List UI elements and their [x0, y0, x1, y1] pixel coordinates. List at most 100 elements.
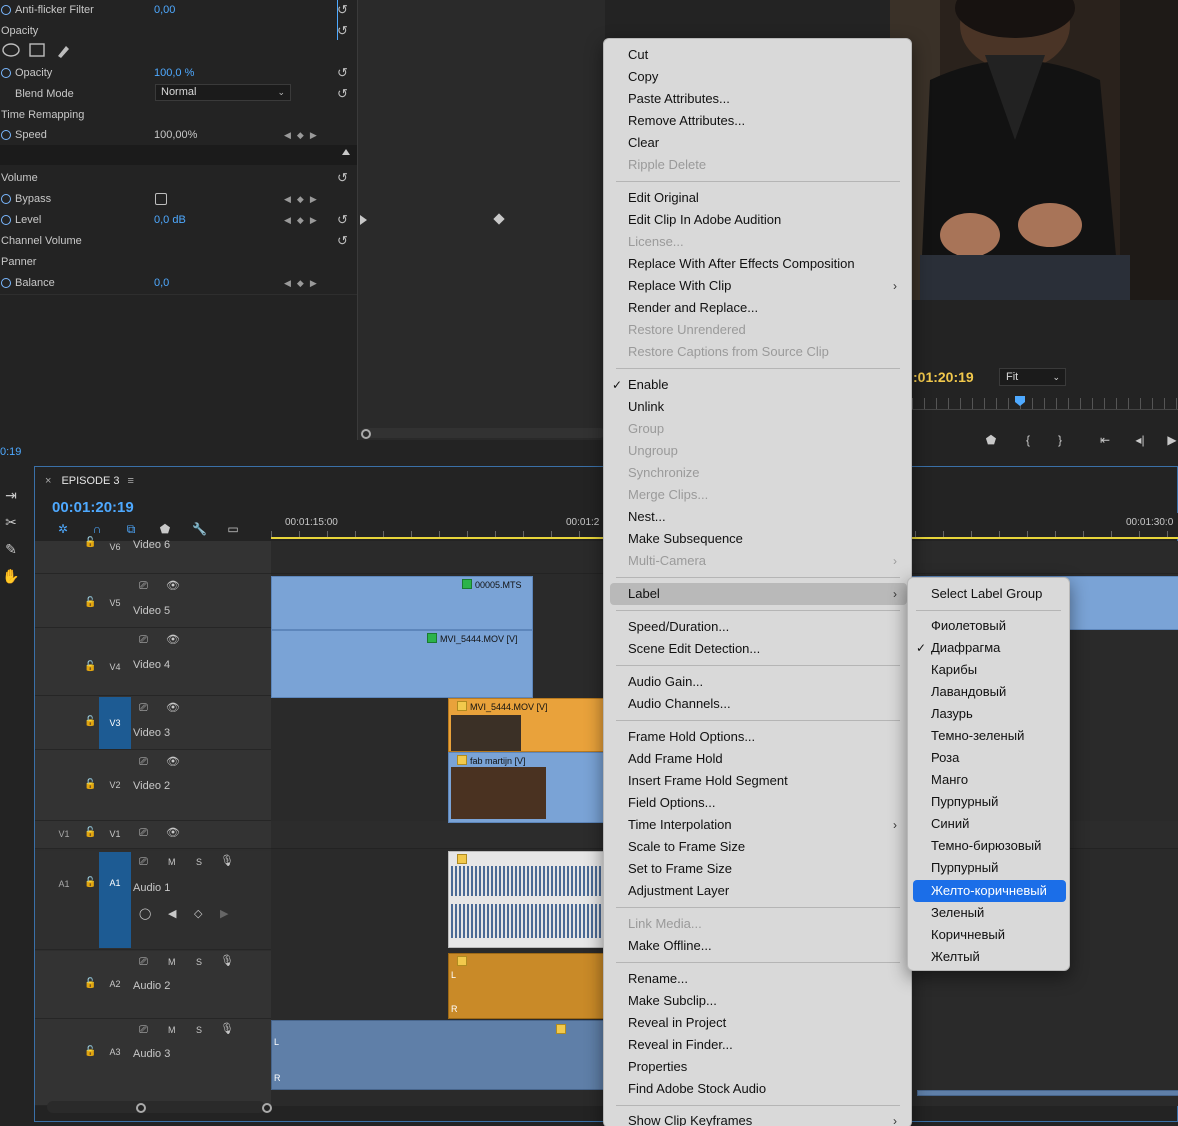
- label-item[interactable]: Темно-бирюзовый: [931, 835, 1041, 857]
- sequence-timecode[interactable]: 00:01:20:19: [52, 499, 134, 516]
- clip[interactable]: MVI_5444.MOV [V]: [448, 698, 608, 752]
- mark-out-icon[interactable]: }: [1052, 432, 1068, 448]
- stopwatch-icon[interactable]: [1, 5, 11, 15]
- audio-clip[interactable]: [917, 1090, 1178, 1096]
- label-item[interactable]: Роза: [931, 747, 959, 769]
- toggle-sync-icon[interactable]: ⎚: [139, 580, 148, 593]
- label-item[interactable]: Лазурь: [931, 703, 973, 725]
- collapse-caret-icon[interactable]: [342, 149, 350, 155]
- label-item-selected[interactable]: Желто-коричневый: [931, 880, 1047, 902]
- track-id[interactable]: A1: [99, 852, 131, 948]
- audio-clip[interactable]: L R: [271, 1020, 608, 1090]
- reset-icon[interactable]: ↺: [337, 24, 351, 38]
- toggle-sync-icon[interactable]: ⎚: [139, 956, 148, 969]
- track-select-icon[interactable]: ⇥: [2, 486, 20, 504]
- menu-item-make-subclip[interactable]: Make Subclip...: [628, 990, 717, 1012]
- menu-item-render-replace[interactable]: Render and Replace...: [628, 297, 758, 319]
- menu-item-cut[interactable]: Cut: [628, 44, 648, 66]
- menu-item-make-offline[interactable]: Make Offline...: [628, 935, 712, 957]
- solo-button[interactable]: S: [196, 857, 202, 867]
- track-id[interactable]: V3: [99, 697, 131, 749]
- track-id[interactable]: A3: [99, 1047, 131, 1057]
- hand-tool-icon[interactable]: ✋: [2, 567, 20, 585]
- toggle-sync-icon[interactable]: ⎚: [139, 756, 148, 769]
- clip[interactable]: MVI_5444.MOV [V]: [271, 630, 533, 698]
- reset-icon[interactable]: ↺: [337, 3, 351, 17]
- track-id[interactable]: V1: [99, 829, 131, 839]
- label-item[interactable]: Коричневый: [931, 924, 1005, 946]
- add-marker-icon[interactable]: ⬟: [158, 522, 172, 536]
- play-icon[interactable]: ▶: [1164, 432, 1178, 448]
- menu-item-copy[interactable]: Copy: [628, 66, 658, 88]
- reset-icon[interactable]: ↺: [337, 234, 351, 248]
- menu-item-edit-in-audition[interactable]: Edit Clip In Adobe Audition: [628, 209, 781, 231]
- menu-item-show-clip-keyframes[interactable]: Show Clip Keyframes: [628, 1110, 752, 1126]
- ellipse-mask-icon[interactable]: [2, 43, 20, 57]
- go-to-in-icon[interactable]: ⇤: [1097, 432, 1113, 448]
- reset-icon[interactable]: ↺: [337, 87, 351, 101]
- add-marker-icon[interactable]: ⬟: [983, 432, 999, 448]
- stopwatch-icon[interactable]: [1, 278, 11, 288]
- mute-button[interactable]: M: [168, 957, 176, 967]
- razor-icon[interactable]: ✂: [2, 513, 20, 531]
- menu-item-label[interactable]: Label: [628, 583, 660, 605]
- pen-mask-icon[interactable]: [55, 43, 71, 59]
- audio-clip[interactable]: L R: [448, 953, 608, 1019]
- label-select-group[interactable]: Select Label Group: [931, 583, 1042, 605]
- menu-item-clear[interactable]: Clear: [628, 132, 659, 154]
- add-keyframe-icon[interactable]: ◇: [194, 907, 202, 920]
- nest-icon[interactable]: ✲: [56, 522, 70, 536]
- toggle-sync-icon[interactable]: ⎚: [139, 634, 148, 647]
- label-item[interactable]: Зеленый: [931, 902, 984, 924]
- bypass-checkbox[interactable]: [155, 193, 167, 205]
- keyframe-toggle-icon[interactable]: ◯: [139, 907, 151, 920]
- eye-icon[interactable]: 👁: [166, 826, 180, 839]
- clip[interactable]: 00005.MTS: [271, 576, 533, 630]
- label-item[interactable]: Желтый: [931, 946, 980, 968]
- source-patch[interactable]: A1: [55, 879, 73, 889]
- menu-item-reveal-in-project[interactable]: Reveal in Project: [628, 1012, 726, 1034]
- menu-item-make-subsequence[interactable]: Make Subsequence: [628, 528, 743, 550]
- microphone-icon[interactable]: 🎙: [220, 854, 234, 867]
- track-id[interactable]: V4: [99, 662, 131, 672]
- speed-value[interactable]: 100,00%: [154, 125, 197, 146]
- ec-scroll-handle[interactable]: [361, 429, 371, 439]
- track-id[interactable]: A2: [99, 979, 131, 989]
- menu-item-frame-hold-options[interactable]: Frame Hold Options...: [628, 726, 755, 748]
- lock-icon[interactable]: 🔓: [84, 1046, 96, 1057]
- sequence-tab[interactable]: × EPISODE 3 ≡: [45, 475, 134, 487]
- menu-item-time-interpolation[interactable]: Time Interpolation: [628, 814, 732, 836]
- microphone-icon[interactable]: 🎙: [220, 954, 234, 967]
- label-item[interactable]: Карибы: [931, 659, 977, 681]
- eye-icon[interactable]: 👁: [166, 579, 180, 592]
- opacity-value[interactable]: 100,0 %: [154, 63, 194, 84]
- scroll-handle[interactable]: [262, 1103, 272, 1113]
- pen-tool-icon[interactable]: ✎: [2, 540, 20, 558]
- menu-item-edit-original[interactable]: Edit Original: [628, 187, 699, 209]
- label-item[interactable]: Диафрагма: [931, 637, 1000, 659]
- solo-button[interactable]: S: [196, 957, 202, 967]
- toggle-sync-icon[interactable]: ⎚: [139, 1024, 148, 1037]
- menu-item-remove-attributes[interactable]: Remove Attributes...: [628, 110, 745, 132]
- menu-item-add-frame-hold[interactable]: Add Frame Hold: [628, 748, 723, 770]
- menu-item-audio-gain[interactable]: Audio Gain...: [628, 671, 703, 693]
- menu-item-enable[interactable]: Enable: [628, 374, 668, 396]
- scroll-handle[interactable]: [136, 1103, 146, 1113]
- lock-icon[interactable]: 🔓: [84, 716, 96, 727]
- blend-mode-select[interactable]: Normal ⌄: [155, 84, 291, 101]
- balance-value[interactable]: 0,0: [154, 273, 169, 294]
- menu-item-scale-to-frame[interactable]: Scale to Frame Size: [628, 836, 745, 858]
- timeline-scrollbar[interactable]: [47, 1101, 265, 1113]
- lock-icon[interactable]: 🔓: [84, 877, 96, 888]
- menu-item-replace-ae[interactable]: Replace With After Effects Composition: [628, 253, 855, 275]
- menu-item-adjustment-layer[interactable]: Adjustment Layer: [628, 880, 729, 902]
- mute-button[interactable]: M: [168, 1025, 176, 1035]
- anti-flicker-value[interactable]: 0,00: [154, 0, 175, 21]
- eye-icon[interactable]: 👁: [166, 755, 180, 768]
- microphone-icon[interactable]: 🎙: [220, 1022, 234, 1035]
- source-patch[interactable]: V1: [55, 829, 73, 839]
- fit-select[interactable]: Fit ⌄: [999, 368, 1066, 386]
- snap-icon[interactable]: ∩: [90, 522, 104, 536]
- label-item[interactable]: Фиолетовый: [931, 615, 1006, 637]
- menu-item-speed-duration[interactable]: Speed/Duration...: [628, 616, 729, 638]
